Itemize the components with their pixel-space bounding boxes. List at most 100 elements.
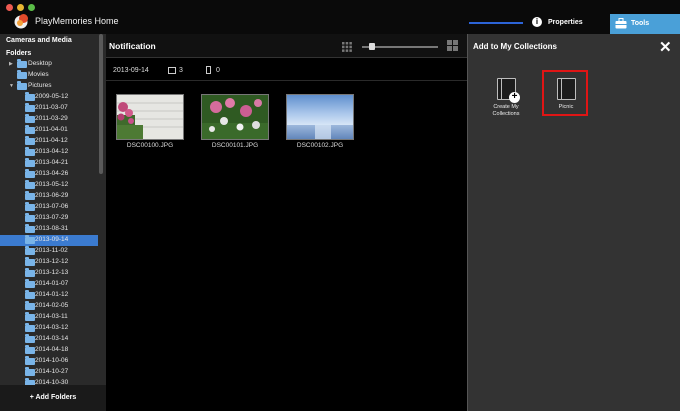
- sidebar-folder-item[interactable]: 2013-07-06: [0, 202, 98, 213]
- large-grid-icon[interactable]: [447, 40, 458, 51]
- sidebar-folder-item[interactable]: 2013-12-13: [0, 268, 98, 279]
- folder-icon: [25, 290, 35, 299]
- sidebar-scrollbar[interactable]: [99, 34, 103, 174]
- sidebar-item-pictures[interactable]: ▼ Pictures: [0, 81, 98, 92]
- sidebar-folder-label: 2013-09-14: [35, 236, 69, 243]
- minimize-window-button[interactable]: [17, 4, 24, 11]
- cameras-and-media-heading[interactable]: Cameras and Media: [6, 37, 72, 44]
- zoom-slider[interactable]: [362, 43, 438, 50]
- sidebar-folder-label: 2011-03-29: [35, 115, 68, 122]
- tools-tab[interactable]: Tools: [610, 14, 680, 34]
- sidebar-folder-label: 2013-08-31: [35, 225, 69, 232]
- close-icon[interactable]: ✕: [659, 38, 672, 56]
- sidebar-folder-label: 2014-03-12: [35, 324, 69, 331]
- sidebar-folder-item[interactable]: 2013-08-31: [0, 224, 98, 235]
- folder-icon: [25, 136, 35, 145]
- folder-icon: [17, 59, 27, 68]
- sidebar-folder-item[interactable]: 2013-04-12: [0, 147, 98, 158]
- sidebar-folder-item[interactable]: 2014-01-07: [0, 279, 98, 290]
- sidebar-folder-item[interactable]: 2014-04-18: [0, 345, 98, 356]
- sidebar-folder-item[interactable]: 2013-05-12: [0, 180, 98, 191]
- folder-icon: [25, 213, 35, 222]
- sidebar-folder-item[interactable]: 2013-09-14: [0, 235, 98, 246]
- zoom-slider-handle[interactable]: [369, 43, 375, 50]
- sidebar-folder-label: 2014-04-18: [35, 346, 69, 353]
- sidebar-folder-label: 2014-03-14: [35, 335, 69, 342]
- sidebar-folder-item[interactable]: 2014-02-05: [0, 301, 98, 312]
- properties-tab[interactable]: Properties: [548, 19, 583, 26]
- sidebar-item-movies[interactable]: Movies: [0, 70, 98, 81]
- sidebar-folder-item[interactable]: 2014-03-11: [0, 312, 98, 323]
- sidebar-folder-label: 2011-04-01: [35, 126, 68, 133]
- sidebar-folder-item[interactable]: 2011-03-07: [0, 103, 98, 114]
- title-bar: PlayMemories Home i Properties Tools: [0, 0, 680, 34]
- zoom-window-button[interactable]: [28, 4, 35, 11]
- chevron-down-icon[interactable]: ▼: [9, 83, 14, 89]
- sidebar-folder-label: 2013-12-12: [35, 258, 69, 265]
- sidebar-item-desktop[interactable]: ▶ Desktop: [0, 59, 98, 70]
- sidebar-folder-item[interactable]: 2011-04-12: [0, 136, 98, 147]
- tools-tab-label: Tools: [631, 20, 650, 27]
- sidebar-folder-item[interactable]: 2013-04-26: [0, 169, 98, 180]
- sidebar-folder-item[interactable]: 2013-12-12: [0, 257, 98, 268]
- sidebar-folder-label: 2013-05-12: [35, 181, 69, 188]
- sidebar-folder-label: 2014-10-06: [35, 357, 69, 364]
- chevron-right-icon[interactable]: ▶: [9, 61, 13, 67]
- folder-icon: [25, 92, 35, 101]
- sidebar-folder-item[interactable]: 2013-06-29: [0, 191, 98, 202]
- create-collection-button[interactable]: + Create My Collections: [484, 78, 528, 128]
- folder-icon: [25, 180, 35, 189]
- folder-icon: [25, 301, 35, 310]
- sidebar-folder-label: 2009-05-12: [35, 93, 69, 100]
- folder-icon: [25, 367, 35, 376]
- main-header: Notification: [106, 34, 467, 58]
- folder-icon: [25, 158, 35, 167]
- folder-icon: [25, 103, 35, 112]
- info-icon[interactable]: i: [532, 17, 542, 27]
- folder-icon: [25, 312, 35, 321]
- sidebar-folder-item[interactable]: 2014-10-06: [0, 356, 98, 367]
- sidebar-folder-label: 2014-03-11: [35, 313, 68, 320]
- thumbnail-image: [287, 95, 353, 139]
- thumbnail-filename: DSC00101.JPG: [211, 142, 259, 149]
- sidebar-folder-label: 2013-04-26: [35, 170, 69, 177]
- create-collection-label: Create My Collections: [478, 104, 534, 118]
- sidebar-folder-label: 2011-04-12: [35, 137, 68, 144]
- photo-thumbnail[interactable]: [201, 94, 269, 140]
- date-label: 2013-09-14: [113, 67, 149, 74]
- create-collection-label-line2: Collections: [492, 111, 520, 117]
- photo-thumbnail[interactable]: [116, 94, 184, 140]
- folder-icon: [25, 114, 35, 123]
- sidebar-folder-item[interactable]: 2014-03-14: [0, 334, 98, 345]
- sidebar-folder-item[interactable]: 2011-04-01: [0, 125, 98, 136]
- photo-icon: [168, 67, 176, 74]
- folder-icon: [25, 279, 35, 288]
- add-folders-button[interactable]: + Add Folders: [0, 394, 106, 401]
- folder-icon: [25, 235, 35, 244]
- sidebar-folder-item[interactable]: 2013-07-29: [0, 213, 98, 224]
- folder-icon: [25, 191, 35, 200]
- thumbnail-filename: DSC00100.JPG: [126, 142, 174, 149]
- sidebar-item-label: Pictures: [28, 82, 52, 89]
- thumbnail-image: [117, 95, 183, 139]
- sidebar-folder-label: 2014-02-05: [35, 302, 69, 309]
- video-count: 0: [216, 67, 220, 74]
- sidebar-folder-item[interactable]: 2011-03-29: [0, 114, 98, 125]
- sidebar-folder-item[interactable]: 2009-05-12: [0, 92, 98, 103]
- sidebar-folder-item[interactable]: 2014-10-27: [0, 367, 98, 378]
- sidebar-folder-label: 2013-04-21: [35, 159, 69, 166]
- small-grid-icon[interactable]: [342, 42, 352, 52]
- folder-icon: [25, 169, 35, 178]
- sidebar-folder-label: 2013-12-13: [35, 269, 69, 276]
- sidebar-folder-item[interactable]: 2014-01-12: [0, 290, 98, 301]
- sidebar-item-label: Movies: [28, 71, 49, 78]
- app-logo-icon: [14, 14, 28, 29]
- folder-icon: [25, 334, 35, 343]
- sidebar-folder-item[interactable]: 2013-11-02: [0, 246, 98, 257]
- sidebar-folder-item[interactable]: 2014-03-12: [0, 323, 98, 334]
- blue-link-bar[interactable]: [469, 18, 523, 24]
- close-window-button[interactable]: [6, 4, 13, 11]
- app-title: PlayMemories Home: [35, 16, 119, 26]
- photo-thumbnail[interactable]: [286, 94, 354, 140]
- sidebar-folder-item[interactable]: 2013-04-21: [0, 158, 98, 169]
